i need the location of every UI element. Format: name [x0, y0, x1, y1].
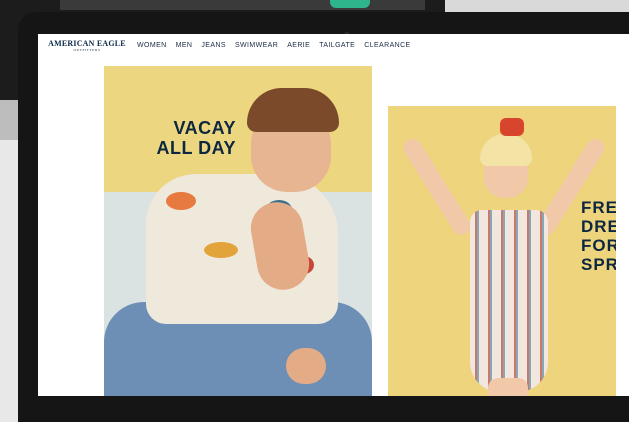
hero-right-line1: FRE [581, 198, 616, 217]
hero-model-hair [247, 88, 339, 132]
model-arm-left [400, 135, 474, 239]
hero-model-hand [286, 348, 326, 384]
nav-item-tailgate[interactable]: TAILGATE [319, 42, 355, 49]
nav-menu: WOMEN MEN JEANS SWIMWEAR AERIE TAILGATE … [137, 42, 411, 49]
model-hair [480, 134, 532, 166]
model-legs [488, 378, 528, 396]
nav-item-women[interactable]: WOMEN [137, 42, 167, 49]
browser-viewport: AMERICAN EAGLE OUTFITTERS WOMEN MEN JEAN… [38, 34, 629, 396]
shirt-print [204, 242, 238, 258]
hero-headline: VACAY ALL DAY [132, 118, 236, 158]
brand-logo[interactable]: AMERICAN EAGLE OUTFITTERS [44, 39, 130, 53]
hero-headline-line1: VACAY [173, 118, 236, 138]
nav-item-clearance[interactable]: CLEARANCE [364, 42, 410, 49]
hero-banner-women[interactable]: FRE DRE FOR SPR [388, 106, 616, 396]
hero-right-line4: SPR [581, 255, 616, 274]
background-green-object [330, 0, 370, 8]
shirt-print [166, 192, 196, 210]
nav-item-aerie[interactable]: AERIE [287, 42, 310, 49]
background-stand [0, 100, 20, 140]
hero-right-headline: FRE DRE FOR SPR [581, 198, 616, 274]
nav-item-men[interactable]: MEN [176, 42, 193, 49]
brand-subtitle: OUTFITTERS [73, 48, 101, 52]
background-monitor-screen [60, 0, 425, 10]
model-striped-dress [470, 210, 548, 392]
hero-headline-line2: ALL DAY [156, 138, 236, 158]
brand-name: AMERICAN EAGLE [48, 39, 126, 48]
hero-right-line2: DRE [581, 217, 616, 236]
hero-right-line3: FOR [581, 236, 616, 255]
model-hair-scarf [500, 118, 524, 136]
hero-banner-men[interactable]: VACAY ALL DAY [104, 66, 372, 396]
nav-item-swimwear[interactable]: SWIMWEAR [235, 42, 278, 49]
nav-item-jeans[interactable]: JEANS [201, 42, 226, 49]
top-navigation: AMERICAN EAGLE OUTFITTERS WOMEN MEN JEAN… [38, 34, 629, 60]
